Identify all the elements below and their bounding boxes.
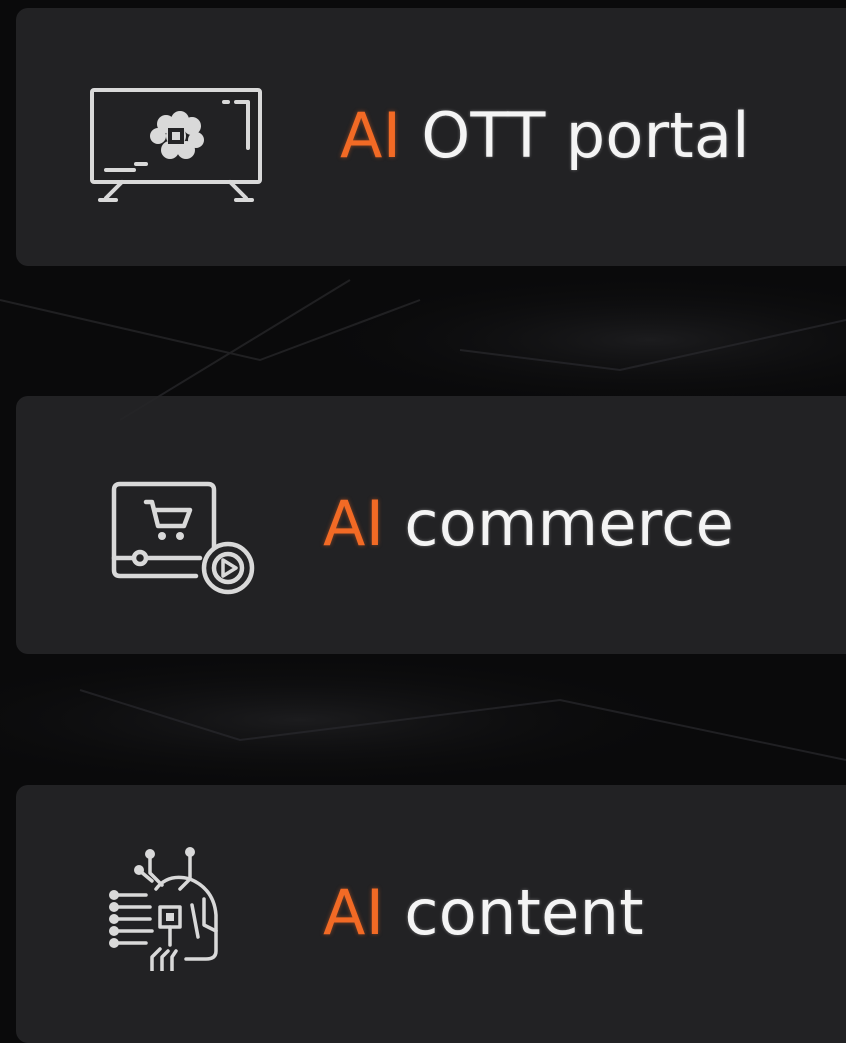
- title-accent: AI: [340, 99, 402, 173]
- smart-tv-ai-brain-icon: [90, 88, 262, 202]
- card-title: AI content: [323, 876, 644, 949]
- card-title: AI OTT portal: [340, 99, 750, 172]
- title-label: content: [404, 876, 644, 950]
- title-accent: AI: [323, 487, 385, 561]
- service-card-ott-portal[interactable]: AI OTT portal: [16, 8, 846, 266]
- title-label: commerce: [404, 487, 735, 561]
- video-shopping-cart-icon: [111, 481, 255, 595]
- card-title: AI commerce: [323, 487, 734, 560]
- service-card-commerce[interactable]: AI commerce: [16, 396, 846, 654]
- title-accent: AI: [323, 876, 385, 950]
- robot-circuit-head-icon: [109, 847, 218, 971]
- title-label: OTT portal: [421, 99, 750, 173]
- service-card-content[interactable]: AI content: [16, 785, 846, 1043]
